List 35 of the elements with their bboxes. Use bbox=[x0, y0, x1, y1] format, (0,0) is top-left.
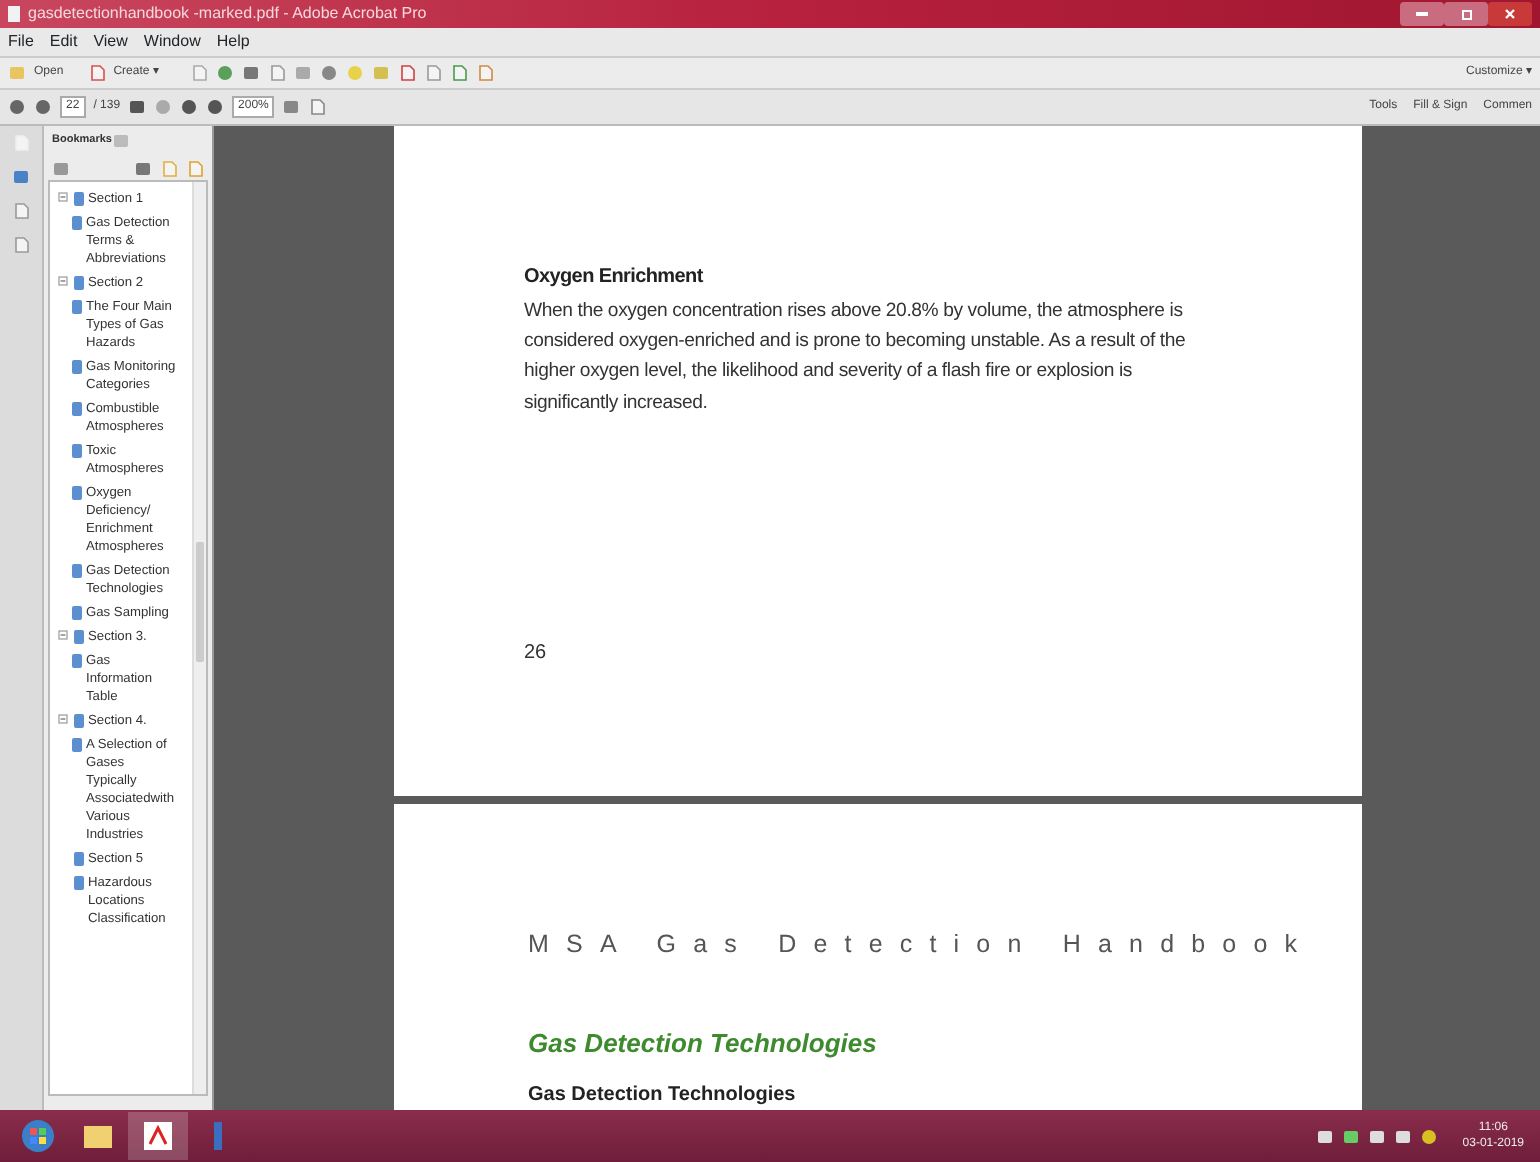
bookmark-icon bbox=[72, 402, 82, 416]
bookmark-icon bbox=[72, 444, 82, 458]
running-title: MSA Gas Detection Handbook bbox=[528, 930, 1315, 960]
maximize-button[interactable] bbox=[1444, 2, 1488, 26]
bookmark-icon bbox=[72, 360, 82, 374]
minimize-button[interactable] bbox=[1400, 2, 1444, 26]
bookmark-icon bbox=[72, 486, 82, 500]
maximize-icon bbox=[1461, 9, 1471, 19]
subheading: Gas Detection Technologies bbox=[528, 1084, 796, 1108]
window-title: gasdetectionhandbook -marked.pdf - Adobe Acrobat Pro bbox=[28, 2, 427, 26]
page-number: 26 bbox=[524, 639, 547, 668]
section-heading: Oxygen Enrichment bbox=[524, 264, 705, 292]
pdf-taskbar-icon[interactable] bbox=[128, 1112, 188, 1160]
menu-item[interactable]: Edit bbox=[49, 30, 78, 54]
menu-item[interactable]: Window bbox=[143, 30, 201, 54]
section-title: Gas Detection Technologies bbox=[528, 1028, 877, 1060]
bookmark-icon bbox=[72, 564, 82, 578]
circle-icon[interactable] bbox=[1420, 1127, 1439, 1145]
collapse-toggle[interactable] bbox=[58, 190, 70, 208]
windows-logo-icon bbox=[20, 1118, 56, 1154]
close-icon bbox=[1504, 8, 1516, 20]
app-icon bbox=[8, 6, 20, 22]
pdf-icon[interactable] bbox=[398, 64, 417, 82]
collapse-toggle[interactable] bbox=[58, 628, 70, 646]
menu-item[interactable]: File bbox=[8, 30, 34, 54]
body-paragraph: When the oxygen concentration rises above 20.8% by volume, the atmosphere is considered oxygen-enriched and is prone to becoming unstable. As a result of the higher oxygen level, the likelihood and severity of a flash fire or explosion is significantly increased. bbox=[524, 298, 1188, 418]
scrollbar[interactable] bbox=[192, 182, 206, 1094]
close-button[interactable] bbox=[1488, 2, 1532, 26]
collapse-toggle[interactable] bbox=[58, 274, 70, 292]
app-icon bbox=[212, 1120, 224, 1152]
collapse-toggle[interactable] bbox=[58, 712, 70, 730]
minimize-icon bbox=[1416, 12, 1428, 16]
menu-item[interactable]: View bbox=[93, 30, 128, 54]
menu-item[interactable]: Help bbox=[216, 30, 250, 54]
pdf-icon bbox=[142, 1120, 174, 1152]
